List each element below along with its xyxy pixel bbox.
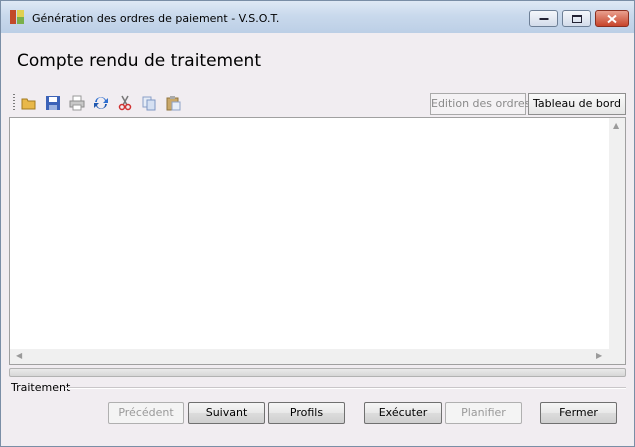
app-window: Génération des ordres de paiement - V.S.… (0, 0, 635, 447)
close-button[interactable] (595, 10, 629, 27)
save-icon[interactable] (43, 93, 63, 113)
maximize-icon (571, 14, 582, 23)
page-title: Compte rendu de traitement (17, 51, 262, 71)
horizontal-scrollbar[interactable]: ◀ ▶ (10, 349, 609, 364)
tab-tableau-de-bord[interactable]: Tableau de bord (528, 93, 626, 115)
minimize-icon (539, 17, 548, 20)
planifier-button[interactable]: Planifier (445, 402, 522, 424)
refresh-icon[interactable] (91, 93, 111, 113)
close-icon (607, 14, 617, 23)
scroll-up-icon[interactable]: ▲ (613, 121, 619, 130)
scroll-left-icon[interactable]: ◀ (16, 351, 22, 360)
copy-icon[interactable] (139, 93, 159, 113)
maximize-button[interactable] (562, 10, 591, 27)
toolbar (11, 91, 431, 115)
minimize-button[interactable] (529, 10, 558, 27)
group-label: Traitement (11, 381, 71, 394)
toolbar-grip[interactable] (13, 94, 15, 112)
suivant-button[interactable]: Suivant (188, 402, 265, 424)
group-divider (65, 387, 626, 389)
window-title: Génération des ordres de paiement - V.S.… (32, 12, 280, 25)
scroll-right-icon[interactable]: ▶ (596, 351, 602, 360)
progress-bar (9, 368, 626, 377)
paste-icon[interactable] (163, 93, 183, 113)
fermer-button[interactable]: Fermer (540, 402, 617, 424)
report-content-area[interactable]: ▲ ◀ ▶ (9, 117, 626, 365)
profils-button[interactable]: Profils (268, 402, 345, 424)
print-icon[interactable] (67, 93, 87, 113)
precedent-button[interactable]: Précédent (108, 402, 184, 424)
cut-icon[interactable] (115, 93, 135, 113)
tab-edition-des-ordres[interactable]: Edition des ordres (430, 93, 530, 115)
open-folder-icon[interactable] (19, 93, 39, 113)
executer-button[interactable]: Exécuter (364, 402, 442, 424)
title-bar[interactable]: Génération des ordres de paiement - V.S.… (1, 1, 634, 33)
app-icon (10, 10, 24, 24)
scroll-corner (609, 349, 625, 364)
vertical-scrollbar[interactable]: ▲ (609, 118, 625, 350)
